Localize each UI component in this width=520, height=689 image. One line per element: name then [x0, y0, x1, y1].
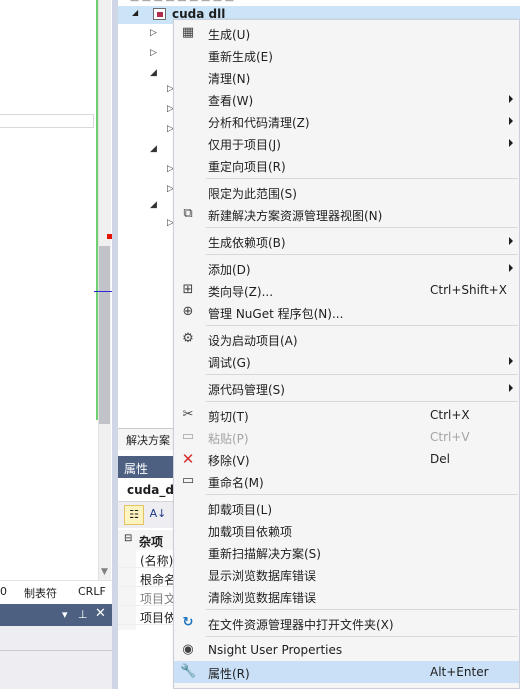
- categorized-view-button[interactable]: ☷: [124, 505, 144, 525]
- class-wizard-icon: ⊞: [182, 282, 194, 297]
- menu-item-rescan-solution[interactable]: 重新扫描解决方案(S): [174, 541, 519, 563]
- wrench-icon: 🔧: [180, 664, 197, 679]
- collapse-icon[interactable]: ⊟: [124, 533, 132, 544]
- submenu-arrow-icon: [509, 237, 513, 245]
- menu-item-rebuild[interactable]: 重新生成(E): [174, 44, 519, 66]
- collapse-icon[interactable]: ◢: [132, 8, 138, 17]
- scroll-down-icon[interactable]: ▼: [99, 566, 110, 578]
- paste-icon: ▭: [181, 429, 195, 444]
- menu-item-scope-to-this[interactable]: 限定为此范围(S): [174, 181, 519, 203]
- menu-separator: [206, 254, 518, 255]
- property-row[interactable]: 项目依: [118, 607, 177, 625]
- menu-item-build-dependencies[interactable]: 生成依赖项(B): [174, 230, 519, 252]
- property-row[interactable]: (名称): [118, 550, 174, 568]
- submenu-arrow-icon: [509, 357, 513, 365]
- collapse-icon[interactable]: ◢: [150, 200, 157, 210]
- menu-item-view[interactable]: 查看(W): [174, 88, 519, 110]
- editor-status-bar: 0 制表符 CRLF: [0, 580, 112, 602]
- bottom-tool-window-header: ▾ ⊥ ✕: [0, 604, 112, 626]
- menu-item-set-startup[interactable]: ⚙ 设为启动项目(A): [174, 328, 519, 350]
- menu-item-retarget[interactable]: 重定向项目(R): [174, 154, 519, 176]
- property-name: (名称): [140, 554, 174, 568]
- scissors-icon: ✂: [182, 407, 194, 422]
- menu-separator: [206, 178, 518, 179]
- menu-separator: [206, 609, 518, 610]
- menu-separator: [206, 401, 518, 402]
- new-view-icon: ⧉: [183, 206, 193, 221]
- line-ending[interactable]: CRLF: [78, 585, 106, 598]
- menu-separator: [206, 374, 518, 375]
- collapse-icon[interactable]: ◢: [150, 68, 157, 78]
- properties-category-label: 杂项: [139, 535, 164, 549]
- property-row[interactable]: 项目文: [118, 588, 177, 606]
- expand-icon[interactable]: ▷: [150, 28, 157, 38]
- menu-item-open-in-explorer[interactable]: ↻ 在文件资源管理器中打开文件夹(X): [174, 612, 519, 634]
- property-row[interactable]: 根命名: [118, 569, 177, 587]
- menu-item-class-wizard[interactable]: ⊞ 类向导(Z)... Ctrl+Shift+X: [174, 279, 519, 301]
- menu-item-manage-nuget[interactable]: ⊕ 管理 NuGet 程序包(N)...: [174, 301, 519, 323]
- alphabetical-sort-button[interactable]: A↓: [148, 505, 168, 525]
- submenu-arrow-icon: [509, 117, 513, 125]
- menu-item-rename[interactable]: ▭ 重命名(M): [174, 470, 519, 492]
- rename-icon: ▭: [181, 473, 195, 488]
- collapse-icon[interactable]: ◢: [150, 144, 157, 154]
- menu-item-clear-browse-errors[interactable]: 清除浏览数据库错误: [174, 585, 519, 607]
- menu-item-cut[interactable]: ✂ 剪切(T) Ctrl+X: [174, 404, 519, 426]
- code-editor[interactable]: [0, 0, 96, 580]
- menu-item-project-only[interactable]: 仅用于项目(J): [174, 132, 519, 154]
- menu-item-new-explorer-view[interactable]: ⧉ 新建解决方案资源管理器视图(N): [174, 203, 519, 225]
- solution-explorer-truncated-row: — — — — — — — — —: [130, 0, 360, 3]
- indent-mode[interactable]: 制表符: [24, 585, 57, 601]
- caret-position-marker: [94, 291, 112, 292]
- menu-item-analyze-cleanup[interactable]: 分析和代码清理(Z): [174, 110, 519, 132]
- property-name: 根命名: [140, 573, 177, 587]
- menu-separator: [206, 636, 518, 637]
- menu-separator: [206, 227, 518, 228]
- gear-icon: ⚙: [182, 331, 194, 346]
- expand-icon[interactable]: ▷: [150, 48, 157, 58]
- tab-solution-explorer[interactable]: 解决方案: [126, 432, 170, 448]
- nuget-icon: ⊕: [182, 304, 194, 319]
- submenu-arrow-icon: [509, 264, 513, 272]
- menu-item-debug[interactable]: 调试(G): [174, 350, 519, 372]
- menu-item-remove[interactable]: ✕ 移除(V) Del: [174, 448, 519, 470]
- nsight-icon: ◉: [182, 642, 194, 657]
- properties-object-name: cuda_dl: [127, 483, 179, 497]
- column-indicator[interactable]: 0: [0, 585, 7, 598]
- menu-item-properties[interactable]: 🔧 属性(R) Alt+Enter: [174, 661, 519, 683]
- property-name: 项目文: [140, 592, 177, 606]
- submenu-arrow-icon: [509, 95, 513, 103]
- menu-item-add[interactable]: 添加(D): [174, 257, 519, 279]
- properties-title: 属性: [124, 462, 149, 476]
- menu-item-nsight-properties[interactable]: ◉ Nsight User Properties: [174, 639, 519, 661]
- menu-item-load-dependencies[interactable]: 加载项目依赖项: [174, 519, 519, 541]
- menu-separator: [206, 325, 518, 326]
- menu-item-paste: ▭ 粘贴(P) Ctrl+V: [181, 429, 470, 446]
- menu-item-build[interactable]: ▦ 生成(U): [174, 22, 519, 44]
- cpp-project-icon: [153, 8, 166, 20]
- editor-line-box: [0, 114, 94, 128]
- submenu-arrow-icon: [509, 384, 513, 392]
- menu-item-unload-project[interactable]: 卸载项目(L): [174, 497, 519, 519]
- build-icon: ▦: [181, 25, 195, 40]
- menu-separator: [206, 494, 518, 495]
- close-icon[interactable]: ✕: [95, 606, 106, 621]
- menu-item-source-control[interactable]: 源代码管理(S): [174, 377, 519, 399]
- remove-icon: ✕: [181, 450, 195, 468]
- scrollbar-thumb[interactable]: [99, 246, 110, 424]
- divider: [0, 650, 112, 651]
- menu-item-show-browse-errors[interactable]: 显示浏览数据库错误: [174, 563, 519, 585]
- open-folder-icon: ↻: [182, 615, 194, 630]
- dropdown-icon[interactable]: ▾: [62, 608, 68, 621]
- menu-item-clean[interactable]: 清理(N): [174, 66, 519, 88]
- submenu-arrow-icon: [509, 139, 513, 147]
- property-name: 项目依: [140, 611, 177, 625]
- pin-icon[interactable]: ⊥: [78, 608, 88, 621]
